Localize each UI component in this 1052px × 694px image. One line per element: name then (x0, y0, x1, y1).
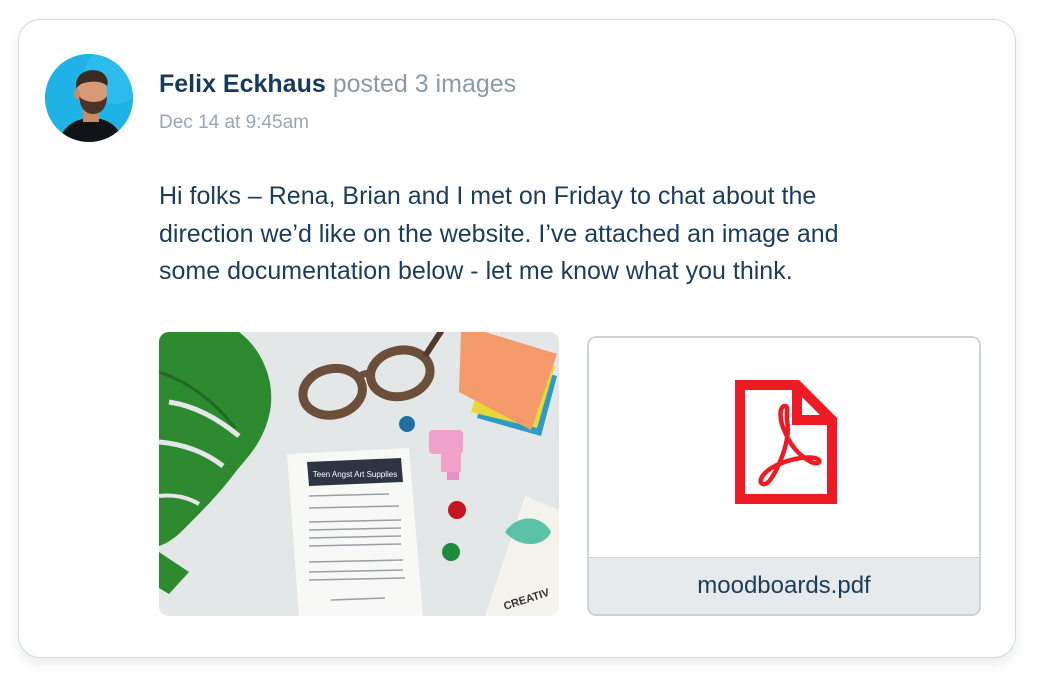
post-body-line: direction we’d like on the website. I’ve… (159, 219, 839, 248)
post-timestamp[interactable]: Dec 14 at 9:45am (159, 112, 309, 134)
post-body-line: some documentation below - let me know w… (159, 257, 793, 285)
file-preview[interactable] (589, 338, 979, 557)
avatar-image (45, 54, 133, 142)
desk-flatlay-photo: Teen Angst Art Supplies CREATIV (159, 332, 559, 616)
file-attachment[interactable]: moodboards.pdf (587, 336, 981, 616)
post-header: Felix Eckhaus posted 3 images (159, 69, 516, 99)
receipt-store-name: Teen Angst Art Supplies (313, 470, 398, 479)
avatar[interactable] (45, 54, 133, 142)
photo-attachment[interactable]: Teen Angst Art Supplies CREATIV (159, 332, 559, 616)
post-action-text: posted 3 images (332, 70, 517, 98)
pdf-icon (735, 380, 837, 504)
file-name[interactable]: moodboards.pdf (697, 572, 870, 600)
post-body: Hi folks – Rena, Brian and I met on Frid… (159, 178, 959, 291)
file-footer[interactable]: moodboards.pdf (589, 557, 979, 614)
author-name[interactable]: Felix Eckhaus (159, 70, 326, 98)
post-card: Felix Eckhaus posted 3 images Dec 14 at … (18, 19, 1016, 658)
post-body-line: Hi folks – Rena, Brian and I met on Frid… (159, 182, 817, 210)
